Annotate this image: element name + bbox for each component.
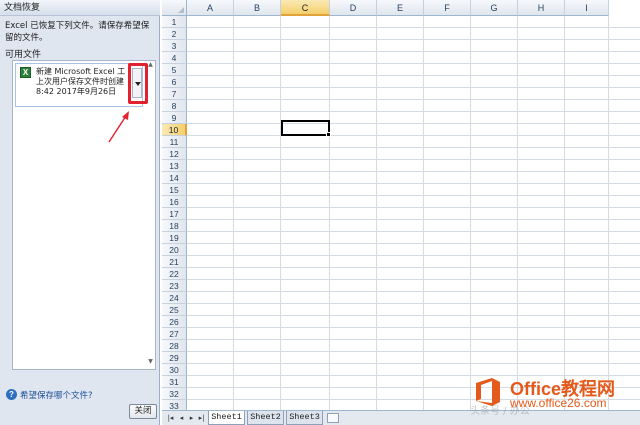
gridline-horizontal — [187, 111, 640, 112]
gridline-horizontal — [187, 51, 640, 52]
row-header-14[interactable]: 14 — [162, 172, 187, 184]
row-header-8[interactable]: 8 — [162, 100, 187, 112]
gridline-horizontal — [187, 219, 640, 220]
row-header-17[interactable]: 17 — [162, 208, 187, 220]
watermark: Office教程网 www.office26.com 头条号 / 办公 — [470, 372, 640, 417]
gridline-horizontal — [187, 99, 640, 100]
gridline-horizontal — [187, 183, 640, 184]
gridline-horizontal — [187, 135, 640, 136]
gridline-horizontal — [187, 339, 640, 340]
row-header-1[interactable]: 1 — [162, 16, 187, 28]
column-header-e[interactable]: E — [377, 0, 424, 16]
row-header-24[interactable]: 24 — [162, 292, 187, 304]
row-header-5[interactable]: 5 — [162, 64, 187, 76]
row-header-31[interactable]: 31 — [162, 376, 187, 388]
row-header-15[interactable]: 15 — [162, 184, 187, 196]
column-header-b[interactable]: B — [234, 0, 281, 16]
gridline-horizontal — [187, 171, 640, 172]
fill-handle[interactable] — [326, 132, 331, 137]
row-header-22[interactable]: 22 — [162, 268, 187, 280]
red-pointer-arrow-icon — [108, 111, 129, 143]
recovered-file-item[interactable]: X 新建 Microsoft Excel 工 上次用户保存文件时创建 8:42 … — [15, 63, 143, 107]
pane-title: 文档恢复 — [0, 0, 160, 16]
available-files-label: 可用文件 — [5, 50, 42, 60]
gridline-horizontal — [187, 39, 640, 40]
pane-description: Excel 已恢复下列文件。请保存希望保留的文件。 — [5, 21, 150, 43]
scroll-down-arrow-icon[interactable]: ▼ — [146, 358, 155, 368]
highlight-annotation-box — [128, 63, 148, 104]
sheet-tab-3[interactable]: Sheet3 — [286, 411, 323, 425]
column-header-c[interactable]: C — [281, 0, 330, 16]
next-sheet-icon[interactable]: ▸ — [187, 413, 196, 423]
first-sheet-icon[interactable]: |◂ — [166, 413, 175, 423]
column-header-a[interactable]: A — [187, 0, 234, 16]
column-header-d[interactable]: D — [330, 0, 377, 16]
row-header-13[interactable]: 13 — [162, 160, 187, 172]
row-header-30[interactable]: 30 — [162, 364, 187, 376]
row-header-23[interactable]: 23 — [162, 280, 187, 292]
column-header-i[interactable]: I — [565, 0, 609, 16]
active-cell-c10[interactable] — [281, 120, 330, 136]
file-list: X 新建 Microsoft Excel 工 上次用户保存文件时创建 8:42 … — [12, 60, 156, 370]
help-link[interactable]: 希望保存哪个文件? — [20, 389, 93, 401]
column-header-h[interactable]: H — [518, 0, 565, 16]
gridline-horizontal — [187, 363, 640, 364]
gridline-horizontal — [187, 123, 640, 124]
gridline-horizontal — [187, 327, 640, 328]
row-header-26[interactable]: 26 — [162, 316, 187, 328]
gridline-horizontal — [187, 75, 640, 76]
last-sheet-icon[interactable]: ▸| — [197, 413, 206, 423]
row-header-6[interactable]: 6 — [162, 76, 187, 88]
excel-file-icon: X — [20, 67, 31, 78]
gridline-horizontal — [187, 63, 640, 64]
row-header-9[interactable]: 9 — [162, 112, 187, 124]
gridline-horizontal — [187, 231, 640, 232]
row-header-20[interactable]: 20 — [162, 244, 187, 256]
row-header-7[interactable]: 7 — [162, 88, 187, 100]
spreadsheet-grid[interactable]: ABCDEFGHI 1 2 3 4 5 6 7 8 9 10 11 12 13 14 15 16 17 18 19 2… — [162, 0, 640, 410]
document-recovery-pane: 文档恢复 Excel 已恢复下列文件。请保存希望保留的文件。 可用文件 X 新建… — [0, 0, 160, 425]
gridline-horizontal — [187, 159, 640, 160]
gridline-horizontal — [187, 195, 640, 196]
row-header-29[interactable]: 29 — [162, 352, 187, 364]
row-header-4[interactable]: 4 — [162, 52, 187, 64]
row-header-16[interactable]: 16 — [162, 196, 187, 208]
row-header-27[interactable]: 27 — [162, 328, 187, 340]
row-header-18[interactable]: 18 — [162, 220, 187, 232]
gridline-horizontal — [187, 27, 640, 28]
row-header-25[interactable]: 25 — [162, 304, 187, 316]
help-icon[interactable]: ? — [6, 389, 17, 400]
row-header-28[interactable]: 28 — [162, 340, 187, 352]
gridline-horizontal — [187, 87, 640, 88]
watermark-faint-text: 头条号 / 办公 — [470, 406, 530, 417]
row-header-32[interactable]: 32 — [162, 388, 187, 400]
column-header-g[interactable]: G — [471, 0, 518, 16]
sheet-tab-1[interactable]: Sheet1 — [208, 411, 245, 425]
column-header-f[interactable]: F — [424, 0, 471, 16]
row-header-3[interactable]: 3 — [162, 40, 187, 52]
gridline-horizontal — [187, 267, 640, 268]
gridline-horizontal — [187, 255, 640, 256]
row-header-2[interactable]: 2 — [162, 28, 187, 40]
gridline-horizontal — [187, 291, 640, 292]
gridline-horizontal — [187, 351, 640, 352]
gridline-horizontal — [187, 147, 640, 148]
gridline-horizontal — [187, 303, 640, 304]
gridline-horizontal — [187, 207, 640, 208]
row-header-33[interactable]: 33 — [162, 400, 187, 410]
gridline-horizontal — [187, 279, 640, 280]
close-button[interactable]: 关闭 — [129, 404, 157, 419]
row-header-21[interactable]: 21 — [162, 256, 187, 268]
select-all-corner[interactable] — [162, 0, 187, 16]
row-header-12[interactable]: 12 — [162, 148, 187, 160]
prev-sheet-icon[interactable]: ◂ — [177, 413, 186, 423]
row-header-11[interactable]: 11 — [162, 136, 187, 148]
insert-sheet-icon[interactable] — [327, 413, 339, 423]
gridline-horizontal — [187, 315, 640, 316]
gridline-horizontal — [187, 243, 640, 244]
sheet-tab-2[interactable]: Sheet2 — [247, 411, 284, 425]
row-header-10[interactable]: 10 — [162, 124, 187, 136]
row-header-19[interactable]: 19 — [162, 232, 187, 244]
